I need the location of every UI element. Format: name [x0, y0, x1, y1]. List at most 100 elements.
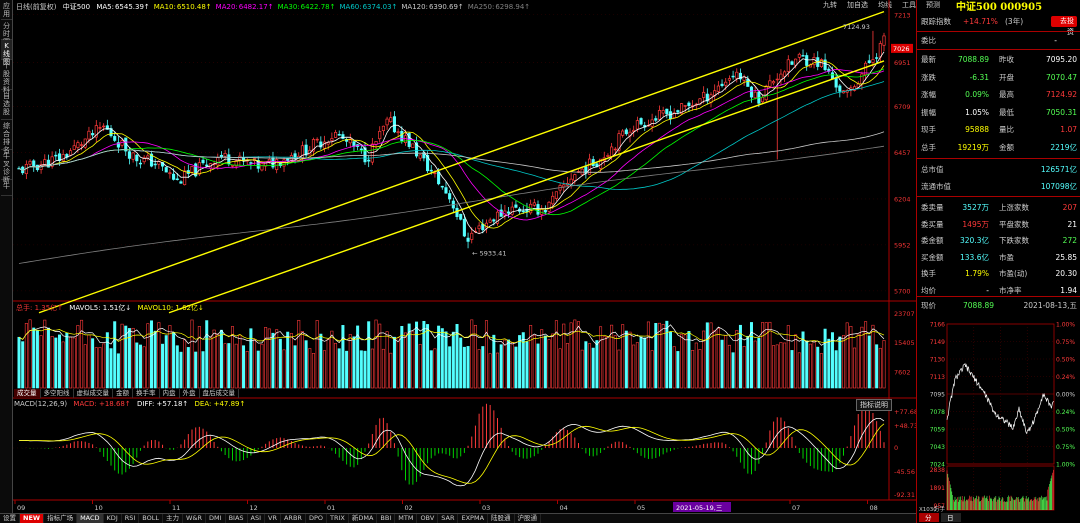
candle-down: [451, 197, 455, 214]
candle-down: [414, 136, 419, 159]
candle-up: [168, 169, 172, 179]
indicator-tab-22[interactable]: 陆股通: [488, 514, 515, 523]
row-value: 3527万: [962, 203, 989, 212]
ma5-line: [18, 51, 885, 235]
tracking-period: (3年): [1005, 17, 1024, 26]
volume-bar-down: [113, 321, 117, 389]
intraday-chart[interactable]: 7166 1.00% 7149 0.75% 7130 0.50% 7113 0.24% 7095…: [917, 314, 1080, 523]
indicator-tab-11[interactable]: ASI: [248, 514, 266, 523]
indicator-tab-9[interactable]: DMI: [206, 514, 226, 523]
candle-body: [448, 193, 452, 200]
invest-button[interactable]: 去投资: [1051, 16, 1077, 36]
candle-body: [113, 136, 117, 141]
intraday-tab-label[interactable]: 分: [925, 513, 932, 522]
candle-body: [613, 148, 617, 151]
left-tab-0[interactable]: 应用: [1, 0, 12, 20]
candle-body: [172, 173, 176, 180]
row-value: 2219亿: [1050, 142, 1077, 152]
indicator-tab-2[interactable]: 指标广场: [44, 514, 78, 523]
volume-bar-up: [282, 349, 286, 389]
candle-body: [223, 153, 227, 157]
quote-panel: 中证500 000905 跟踪指数 +14.71% (3年) 去投资 委比 - …: [916, 0, 1080, 523]
candle-down: [367, 155, 371, 168]
candle-down: [35, 164, 39, 172]
volume-bar-down: [242, 345, 246, 389]
volume-tab-6[interactable]: 外盘: [180, 389, 200, 398]
indicator-tab-8[interactable]: W&R: [183, 514, 207, 523]
left-tab-2[interactable]: K线图: [1, 40, 12, 66]
volume-tab-1[interactable]: 多空阳线: [41, 389, 74, 398]
candle-body: [547, 201, 551, 212]
left-tab-1[interactable]: 分时图: [1, 20, 12, 46]
volume-tab-3[interactable]: 金额: [113, 389, 133, 398]
indicator-tab-4[interactable]: KDJ: [104, 514, 122, 523]
left-tab-4[interactable]: 自选股: [1, 90, 12, 120]
row-label: 委卖量: [921, 203, 944, 212]
indicator-tab-15[interactable]: TRIX: [327, 514, 349, 523]
left-tab-3[interactable]: 个股资料: [1, 60, 12, 94]
indicator-tab-23[interactable]: 沪股通: [515, 514, 542, 523]
candle-body: [216, 157, 220, 166]
volume-bar-up: [819, 353, 823, 389]
indicator-tab-5[interactable]: RSI: [122, 514, 140, 523]
volume-tab-7[interactable]: 盘后成交量: [200, 389, 239, 398]
indicator-tab-7[interactable]: 主力: [163, 514, 184, 523]
indicator-tab-21[interactable]: EXPMA: [458, 514, 489, 523]
volume-bar-up: [842, 335, 846, 389]
indicator-help-button[interactable]: 指标说明: [856, 399, 892, 411]
volume-bar-up: [650, 350, 654, 389]
indicator-tab-3[interactable]: MACD: [77, 514, 104, 523]
intraday-tab-1[interactable]: 日: [941, 513, 961, 522]
candle-down: [823, 53, 827, 72]
left-tab-6[interactable]: 牛叉诊断: [1, 150, 12, 184]
candle-body: [499, 209, 503, 217]
candle-body: [834, 77, 838, 88]
candle-down: [194, 162, 198, 178]
volume-bar-down: [591, 347, 595, 389]
candle-up: [768, 74, 772, 87]
indicator-tab-18[interactable]: MTM: [395, 514, 418, 523]
indicator-tab-1[interactable]: NEW: [20, 514, 45, 523]
indicator-tab-20[interactable]: SAR: [438, 514, 459, 523]
volume-bar-up: [484, 320, 488, 389]
month-label: 12: [250, 504, 258, 512]
row-value: 7070.47: [1045, 72, 1077, 82]
indicator-tab-19[interactable]: OBV: [417, 514, 439, 523]
indicator-tab-13[interactable]: ARBR: [281, 514, 306, 523]
volume-tab-0[interactable]: 成交量: [14, 389, 41, 398]
row-label: 涨幅: [921, 90, 936, 99]
indicator-tab-0[interactable]: 设置: [0, 514, 20, 523]
volume-tab-5[interactable]: 内盘: [160, 389, 180, 398]
indicator-tab-17[interactable]: BBI: [377, 514, 396, 523]
quote-row: 最新 7088.89 昨收 7095.20: [921, 52, 1077, 67]
indicator-tab-14[interactable]: DPO: [306, 514, 327, 523]
candle-body: [131, 152, 135, 160]
indicator-tab-6[interactable]: BOLL: [139, 514, 164, 523]
volume-bar-up: [370, 348, 374, 389]
candle-down: [241, 151, 246, 166]
intraday-tab-0[interactable]: 分: [919, 513, 939, 522]
indicator-tab-12[interactable]: VR: [265, 514, 281, 523]
volume-bar-down: [459, 337, 463, 389]
volume-tab-4[interactable]: 换手率: [133, 389, 160, 398]
tracking-label: 跟踪指数: [921, 17, 951, 26]
kline-chart[interactable]: 7213 6951 6709 6457 6204 5952 5700 7026 7124.93 ←…: [13, 0, 916, 513]
intraday-tab-label[interactable]: 日: [947, 514, 954, 522]
left-tab-7[interactable]: 牛: [1, 180, 12, 196]
candle-up: [606, 153, 610, 158]
candle-body: [676, 110, 680, 113]
left-tab-5[interactable]: 综合排名: [1, 120, 12, 154]
macd-axis-tick: 0: [894, 444, 898, 452]
row-value: 7124.92: [1045, 90, 1077, 99]
candle-body: [260, 163, 264, 171]
candle-body: [731, 75, 735, 78]
volume-bar-up: [632, 344, 636, 389]
indicator-tab-10[interactable]: BIAS: [226, 514, 248, 523]
candle-down: [518, 206, 522, 215]
indicator-tab-16[interactable]: 新DMA: [349, 514, 378, 523]
channel-lower-line[interactable]: [168, 60, 885, 314]
volume-bar-up: [142, 346, 146, 389]
volume-bar-up: [326, 338, 330, 389]
volume-tab-2[interactable]: 虚拟成交量: [74, 389, 113, 398]
volume-bar-down: [175, 345, 179, 389]
